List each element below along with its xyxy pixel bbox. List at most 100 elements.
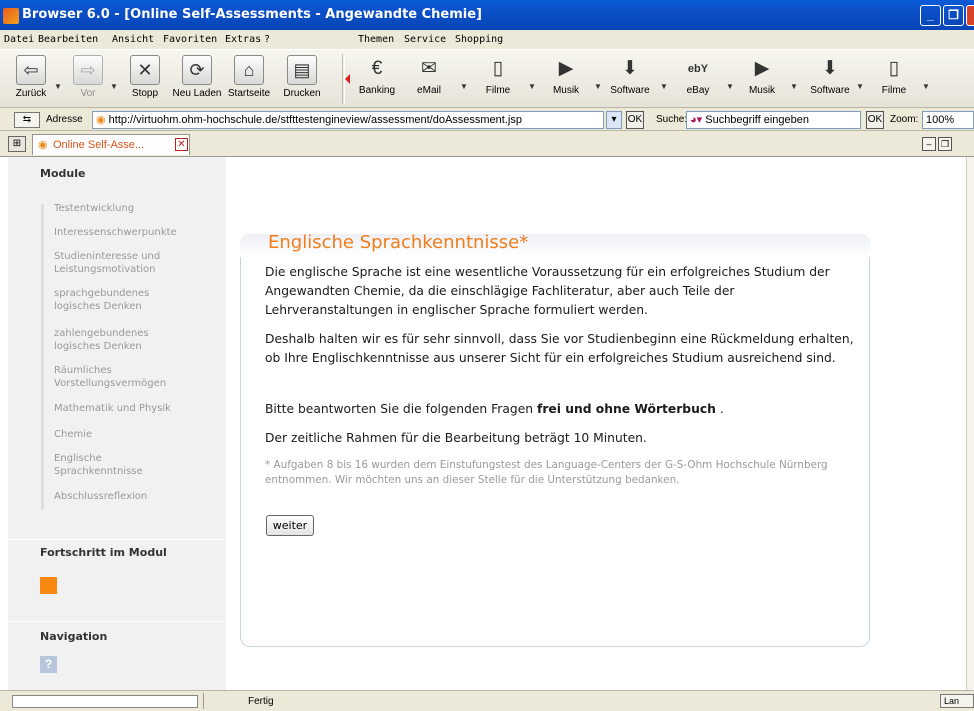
link-software-2-label: Software bbox=[810, 85, 850, 96]
tab-title: Online Self-Asse... bbox=[53, 139, 145, 151]
module-mathematik-physik[interactable]: Mathematik und Physik bbox=[54, 402, 171, 415]
stop-label: Stopp bbox=[131, 88, 159, 99]
page-icon: ◉ bbox=[38, 139, 48, 151]
url-ok-button[interactable]: OK bbox=[626, 111, 644, 129]
reload-label: Neu Laden bbox=[172, 88, 222, 99]
download-icon: ⬇ bbox=[622, 58, 638, 79]
link-email-label: eMail bbox=[417, 85, 441, 96]
link-ebay[interactable]: ebY eBay bbox=[678, 56, 718, 96]
menu-help[interactable]: ? bbox=[264, 34, 270, 45]
url-field[interactable]: ◉ http://virtuohm.ohm-hochschule.de/stft… bbox=[92, 111, 604, 129]
network-status: Lan bbox=[940, 694, 974, 708]
module-interessenschwerpunkte[interactable]: Interessenschwerpunkte bbox=[54, 226, 177, 239]
weiter-button[interactable]: weiter bbox=[266, 515, 314, 536]
euro-icon: € bbox=[371, 58, 383, 79]
back-arrow-icon: ⇦ bbox=[16, 55, 46, 85]
tab-close-icon[interactable]: ✕ bbox=[175, 138, 188, 151]
sidebar: Module Testentwicklung Interessenschwerp… bbox=[8, 157, 226, 690]
link-filme-label: Filme bbox=[485, 85, 511, 96]
zoom-select[interactable]: 100% bbox=[922, 111, 974, 129]
reload-icon: ⟳ bbox=[182, 55, 212, 85]
zoom-label: Zoom: bbox=[890, 114, 919, 125]
search-ok-button[interactable]: OK bbox=[866, 111, 884, 129]
module-englische-sprachkenntnisse[interactable]: Englische Sprachkenntnisse bbox=[54, 452, 143, 478]
tab-restore-icon[interactable]: ❐ bbox=[938, 137, 952, 151]
link-filme-2[interactable]: ▯ Filme bbox=[874, 56, 914, 96]
download-icon: ⬇ bbox=[822, 58, 838, 79]
reload-button[interactable]: ⟳ Neu Laden bbox=[169, 55, 225, 99]
module-zahlengebundenes-denken[interactable]: zahlengebundenes logisches Denken bbox=[54, 327, 149, 353]
module-testentwicklung[interactable]: Testentwicklung bbox=[54, 202, 134, 215]
link-musik-2[interactable]: ▶ Musik bbox=[742, 56, 782, 96]
instruction-paragraph: Bitte beantworten Sie die folgenden Frag… bbox=[265, 400, 855, 419]
link-software-2[interactable]: ⬇ Software bbox=[806, 56, 854, 96]
toolbar: ⇦ Zurück ▼ ⇨ Vor ▼ ✕ Stopp ⟳ Neu Laden ⌂… bbox=[0, 49, 974, 108]
tab-grid-icon[interactable]: ⊞ bbox=[8, 136, 26, 152]
musik-dropdown-icon[interactable]: ▼ bbox=[594, 82, 602, 91]
link-banking-label: Banking bbox=[358, 85, 396, 96]
stop-button[interactable]: ✕ Stopp bbox=[121, 55, 169, 99]
page-content: Module Testentwicklung Interessenschwerp… bbox=[0, 157, 966, 690]
module-raeumliches-vorstellungsvermoegen[interactable]: Räumliches Vorstellungsvermögen bbox=[54, 364, 166, 390]
back-button[interactable]: ⇦ Zurück bbox=[10, 55, 52, 99]
tab-minimize-icon[interactable]: – bbox=[922, 137, 936, 151]
back-label: Zurück bbox=[15, 88, 47, 99]
software-dropdown-icon[interactable]: ▼ bbox=[660, 82, 668, 91]
status-bar: Fertig Lan bbox=[0, 690, 974, 711]
link-software[interactable]: ⬇ Software bbox=[606, 56, 654, 96]
menu-extras[interactable]: Extras bbox=[225, 34, 261, 45]
tab-online-self-assessment[interactable]: ◉ Online Self-Asse... ✕ bbox=[32, 134, 190, 155]
menu-ansicht[interactable]: Ansicht bbox=[112, 34, 154, 45]
forward-dropdown-icon[interactable]: ▼ bbox=[110, 82, 118, 91]
search-label: Suche: bbox=[656, 114, 688, 125]
play-icon: ▶ bbox=[558, 58, 574, 79]
menu-service[interactable]: Service bbox=[404, 34, 446, 45]
ebay-dropdown-icon[interactable]: ▼ bbox=[726, 82, 734, 91]
window-title: Browser 6.0 - [Online Self-Assessments -… bbox=[22, 7, 483, 22]
link-filme[interactable]: ▯ Filme bbox=[478, 56, 518, 96]
back-dropdown-icon[interactable]: ▼ bbox=[54, 82, 62, 91]
menu-datei[interactable]: Datei bbox=[4, 34, 34, 45]
link-banking[interactable]: € Banking bbox=[355, 56, 399, 96]
menu-bearbeiten[interactable]: Bearbeiten bbox=[38, 34, 98, 45]
email-dropdown-icon[interactable]: ▼ bbox=[460, 82, 468, 91]
instruction-end: . bbox=[715, 402, 724, 416]
address-label: Adresse bbox=[46, 114, 83, 125]
minimize-button[interactable]: _ bbox=[920, 5, 941, 26]
vertical-scrollbar[interactable] bbox=[966, 157, 974, 690]
filme-dropdown-icon[interactable]: ▼ bbox=[528, 82, 536, 91]
address-bar: ⇆ Adresse ◉ http://virtuohm.ohm-hochschu… bbox=[0, 108, 974, 131]
forward-arrow-icon: ⇨ bbox=[73, 55, 103, 85]
module-abschlussreflexion[interactable]: Abschlussreflexion bbox=[54, 490, 147, 503]
module-chemie[interactable]: Chemie bbox=[54, 428, 92, 441]
software-2-dropdown-icon[interactable]: ▼ bbox=[856, 82, 864, 91]
home-icon: ⌂ bbox=[234, 55, 264, 85]
link-musik-2-label: Musik bbox=[748, 85, 776, 96]
divider bbox=[8, 621, 226, 622]
printer-icon: ▤ bbox=[287, 55, 317, 85]
address-toggle-icon[interactable]: ⇆ bbox=[14, 112, 40, 128]
progress-heading: Fortschritt im Modul bbox=[40, 546, 167, 559]
home-button[interactable]: ⌂ Startseite bbox=[226, 55, 272, 99]
musik-2-dropdown-icon[interactable]: ▼ bbox=[790, 82, 798, 91]
close-button[interactable] bbox=[966, 5, 974, 26]
menu-favoriten[interactable]: Favoriten bbox=[163, 34, 217, 45]
module-studieninteresse[interactable]: Studieninteresse und Leistungsmotivation bbox=[54, 250, 160, 276]
search-field[interactable]: ◕▾ Suchbegriff eingeben bbox=[686, 111, 861, 129]
navigation-heading: Navigation bbox=[40, 630, 108, 643]
print-button[interactable]: ▤ Drucken bbox=[278, 55, 326, 99]
module-heading: Module bbox=[40, 167, 86, 180]
link-email[interactable]: ✉ eMail bbox=[409, 56, 449, 96]
filme-2-dropdown-icon[interactable]: ▼ bbox=[922, 82, 930, 91]
scroll-left-icon[interactable] bbox=[345, 74, 350, 84]
ebay-icon: ebY bbox=[687, 63, 709, 75]
url-dropdown-icon[interactable]: ▾ bbox=[606, 111, 622, 129]
stop-icon: ✕ bbox=[130, 55, 160, 85]
menu-themen[interactable]: Themen bbox=[358, 34, 394, 45]
link-musik[interactable]: ▶ Musik bbox=[546, 56, 586, 96]
restore-button[interactable]: ❐ bbox=[943, 5, 964, 26]
forward-button[interactable]: ⇨ Vor bbox=[67, 55, 109, 99]
menu-shopping[interactable]: Shopping bbox=[455, 34, 503, 45]
module-sprachgebundenes-denken[interactable]: sprachgebundenes logisches Denken bbox=[54, 287, 149, 313]
help-icon[interactable]: ? bbox=[40, 656, 57, 673]
